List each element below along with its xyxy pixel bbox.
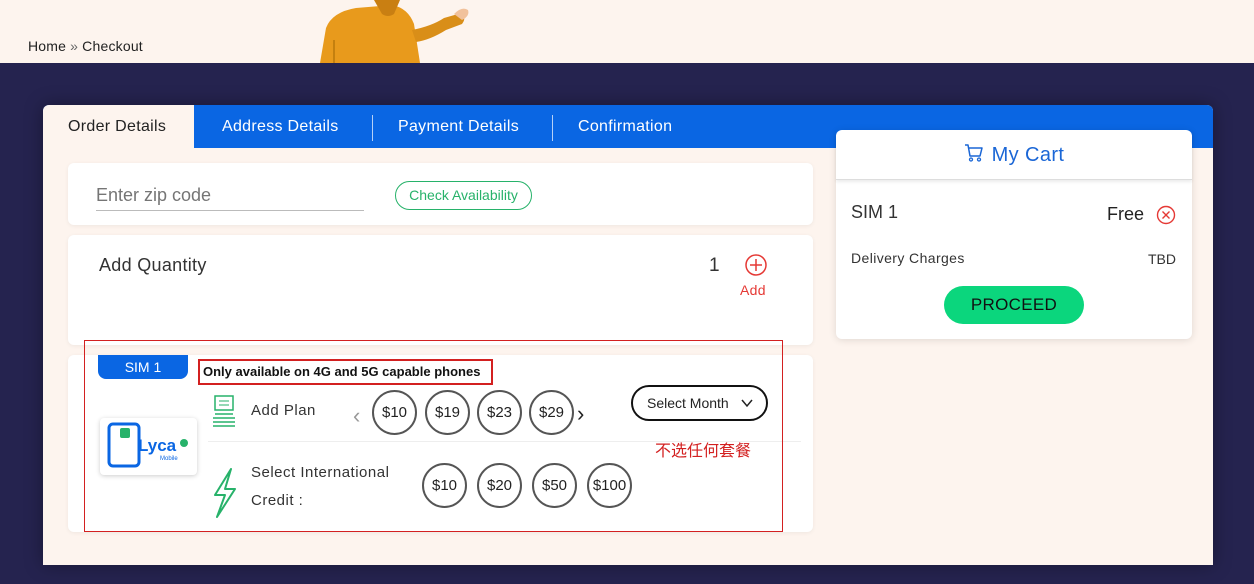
- compatibility-note: Only available on 4G and 5G capable phon…: [198, 359, 493, 385]
- tab-order-details[interactable]: Order Details: [43, 105, 194, 148]
- add-quantity-button[interactable]: Add: [740, 282, 766, 298]
- remove-item-icon[interactable]: [1156, 205, 1176, 225]
- delivery-charges-label: Delivery Charges: [851, 250, 965, 266]
- quantity-title: Add Quantity: [99, 255, 207, 275]
- lyca-sim-image: Lyca Mobile: [100, 418, 197, 475]
- breadcrumb-current: Checkout: [82, 38, 143, 54]
- lyca-logo-text: Lyca: [138, 436, 177, 455]
- sim-card: SIM 1 Only available on 4G and 5G capabl…: [68, 355, 813, 532]
- tab-address-details[interactable]: Address Details: [222, 105, 339, 148]
- check-availability-button[interactable]: Check Availability: [395, 181, 532, 210]
- cart-header: My Cart: [836, 130, 1192, 180]
- chevron-down-icon: [741, 399, 753, 408]
- plan-prev-arrow-icon[interactable]: ‹: [353, 403, 360, 429]
- tab-confirmation[interactable]: Confirmation: [578, 105, 672, 148]
- credit-option[interactable]: $10: [422, 463, 467, 508]
- lightning-icon: [214, 468, 236, 518]
- plan-option[interactable]: $19: [425, 390, 470, 435]
- hero-person-image: [320, 0, 469, 63]
- zip-code-input[interactable]: [96, 181, 364, 211]
- my-cart: My Cart SIM 1 Free Delivery Charges TBD …: [836, 130, 1192, 339]
- tab-divider: [552, 115, 553, 141]
- lyca-logo-subtext: Mobile: [160, 456, 178, 462]
- intl-credit-label-line1: Select International: [251, 464, 390, 481]
- credit-option[interactable]: $100: [587, 463, 632, 508]
- sim-badge: SIM 1: [98, 355, 188, 379]
- breadcrumb-separator: »: [70, 38, 79, 54]
- add-plan-label: Add Plan: [251, 402, 316, 419]
- breadcrumb: Home» Checkout: [28, 38, 143, 54]
- cart-icon: [964, 144, 983, 162]
- tab-payment-details[interactable]: Payment Details: [398, 105, 519, 148]
- cart-item-name: SIM 1: [851, 202, 899, 222]
- plan-stack-icon: [213, 395, 235, 427]
- select-month-label: Select Month: [647, 395, 729, 411]
- delivery-charges-value: TBD: [1148, 251, 1176, 267]
- tab-divider: [372, 115, 373, 141]
- quantity-card: Add Quantity 1 Add: [68, 235, 813, 345]
- plan-option[interactable]: $29: [529, 390, 574, 435]
- credit-option[interactable]: $20: [477, 463, 522, 508]
- credit-option[interactable]: $50: [532, 463, 577, 508]
- select-month-dropdown[interactable]: Select Month: [631, 385, 768, 421]
- top-banner: Home» Checkout: [0, 0, 1254, 63]
- cart-item-price: Free: [1107, 204, 1145, 224]
- proceed-button[interactable]: PROCEED: [944, 286, 1084, 324]
- plan-option[interactable]: $10: [372, 390, 417, 435]
- intl-credit-label-line2: Credit :: [251, 492, 304, 509]
- cart-title: My Cart: [991, 144, 1065, 166]
- no-plan-annotation: 不选任何套餐: [655, 441, 752, 460]
- breadcrumb-home[interactable]: Home: [28, 38, 66, 54]
- zip-card: Check Availability: [68, 163, 813, 225]
- add-circle-icon[interactable]: [744, 253, 768, 277]
- plan-option[interactable]: $23: [477, 390, 522, 435]
- quantity-value: 1: [709, 255, 720, 276]
- plan-next-arrow-icon[interactable]: ›: [577, 401, 584, 427]
